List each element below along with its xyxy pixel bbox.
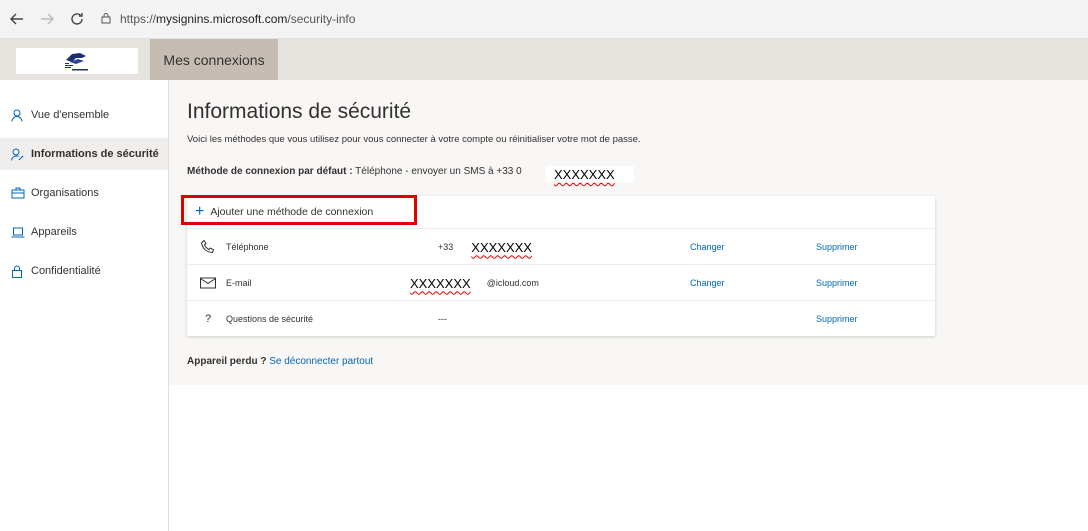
redacted-text: XXXXXXX xyxy=(410,275,471,291)
sidebar-item-privacy[interactable]: Confidentialité xyxy=(0,255,168,287)
method-value: --- xyxy=(438,314,447,324)
default-method-label: Méthode de connexion par défaut : xyxy=(187,166,353,177)
refresh-icon[interactable] xyxy=(64,6,90,32)
mail-icon xyxy=(199,265,217,301)
lock-icon xyxy=(11,265,25,278)
highlight-annotation-box xyxy=(181,195,417,225)
key-person-icon xyxy=(11,148,25,161)
method-row-security-questions: ? Questions de sécurité --- Supprimer xyxy=(187,300,935,337)
lock-icon xyxy=(100,12,112,27)
change-email-link[interactable]: Changer xyxy=(690,265,725,301)
sidebar-item-devices[interactable]: Appareils xyxy=(0,216,168,248)
redacted-text: XXXXXXX xyxy=(554,167,615,182)
lost-device-section: Appareil perdu ? Se déconnecter partout xyxy=(187,356,373,367)
method-name: E-mail xyxy=(226,278,252,288)
sidebar-item-organizations[interactable]: Organisations xyxy=(0,177,168,209)
app-header: Mes connexions xyxy=(0,39,1088,80)
question-mark-icon: ? xyxy=(204,313,212,325)
method-row-email: E-mail XXXXXXX @icloud.com Changer Suppr… xyxy=(187,264,935,301)
person-icon xyxy=(11,109,25,122)
back-icon[interactable] xyxy=(4,6,30,32)
redacted-text: XXXXXXX xyxy=(471,239,532,255)
organization-logo[interactable] xyxy=(16,48,138,74)
sidebar: Vue d'ensemble Informations de sécurité … xyxy=(0,80,169,531)
email-domain: @icloud.com xyxy=(486,278,539,288)
method-value: +33 XXXXXXX xyxy=(438,229,532,265)
sidebar-item-label: Appareils xyxy=(31,226,77,238)
forward-icon[interactable] xyxy=(34,6,60,32)
phone-icon xyxy=(199,229,217,265)
address-bar[interactable]: https://mysignins.microsoft.com/security… xyxy=(100,6,355,32)
briefcase-icon xyxy=(11,187,25,199)
app-title[interactable]: Mes connexions xyxy=(150,39,278,80)
default-method-value: Téléphone - envoyer un SMS à +33 0 xyxy=(352,166,522,177)
lost-device-label: Appareil perdu ? xyxy=(187,356,267,367)
sign-out-everywhere-link[interactable]: Se déconnecter partout xyxy=(269,356,373,367)
sidebar-item-label: Informations de sécurité xyxy=(31,148,159,160)
url-prefix: https:// xyxy=(120,12,157,26)
sidebar-item-security-info[interactable]: Informations de sécurité xyxy=(0,138,168,170)
url-host: mysignins.microsoft.com xyxy=(156,12,288,26)
delete-email-link[interactable]: Supprimer xyxy=(816,265,858,301)
url-path: /security-info xyxy=(287,12,356,26)
page-description: Voici les méthodes que vous utilisez pou… xyxy=(187,134,641,145)
browser-toolbar: https://mysignins.microsoft.com/security… xyxy=(0,0,1088,39)
delete-phone-link[interactable]: Supprimer xyxy=(816,229,858,265)
page-title: Informations de sécurité xyxy=(187,100,412,123)
sidebar-item-overview[interactable]: Vue d'ensemble xyxy=(0,99,168,131)
default-method-redacted-number: XXXXXXX xyxy=(546,166,634,182)
change-phone-link[interactable]: Changer xyxy=(690,229,725,265)
sidebar-item-label: Vue d'ensemble xyxy=(31,109,110,121)
method-name: Téléphone xyxy=(226,242,269,252)
method-row-phone: Téléphone +33 XXXXXXX Changer Supprimer xyxy=(187,228,935,265)
sidebar-item-label: Confidentialité xyxy=(31,265,101,277)
phone-prefix: +33 xyxy=(438,242,454,252)
sidebar-item-label: Organisations xyxy=(31,187,99,199)
method-name: Questions de sécurité xyxy=(226,314,314,324)
default-sign-in-method: Méthode de connexion par défaut : Téléph… xyxy=(187,166,522,177)
delete-security-questions-link[interactable]: Supprimer xyxy=(816,301,858,337)
url-text: https://mysignins.microsoft.com/security… xyxy=(120,12,355,26)
laptop-icon xyxy=(11,227,25,238)
method-value: XXXXXXX @icloud.com xyxy=(410,265,539,301)
